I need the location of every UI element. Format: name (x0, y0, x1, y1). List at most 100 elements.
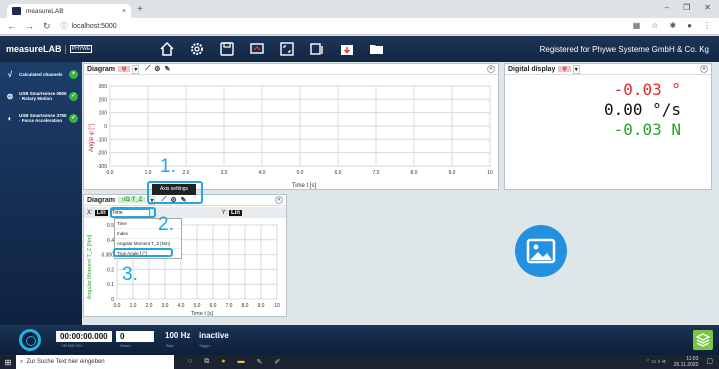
tab-close-icon[interactable]: × (122, 8, 126, 15)
taskbar-search[interactable]: ⌕ Zur Suche Text hier eingeben (16, 355, 174, 369)
address-bar: ← → ↻ ⓘ localhost:5000 ▦ ☆ ✱ ● ⋮ (0, 18, 719, 35)
info-icon: ⓘ (60, 23, 68, 30)
sidebar-item-label: Calculated channels (19, 71, 63, 77)
main-toolbar (158, 40, 386, 58)
url-field[interactable]: ⓘ localhost:5000 (61, 21, 117, 31)
annotation-step-2: 2. (158, 214, 174, 235)
profile-icon[interactable]: ● (687, 21, 692, 30)
sample-rate[interactable]: 100 Hz (165, 331, 190, 340)
app-header: measureLAB | PHYWE Registered for Phywe … (0, 36, 719, 62)
system-tray: ⌃ ▭ ◊ ⊲ 11:03 26.11.2020 ▢ (646, 356, 713, 368)
channel-selector[interactable]: φ (118, 66, 131, 72)
sidebar-item-label: USB Smartsense 0805 · Rotary Motion (19, 91, 67, 101)
y-tick-label: -100 (97, 137, 107, 143)
translate-icon[interactable]: ▦ (633, 21, 641, 30)
sidebar-item-calculated-channels[interactable]: √ Calculated channels + (0, 64, 82, 84)
clock-date: 26.11.2020 (673, 362, 699, 368)
record-button[interactable] (19, 329, 41, 351)
layers-icon[interactable] (693, 330, 713, 350)
layout-icon[interactable] (308, 40, 326, 58)
digital-value-angle: -0.03 ° (613, 80, 681, 99)
y-tick-label: -200 (97, 151, 107, 157)
new-tab-button[interactable]: + (137, 4, 143, 15)
close-icon[interactable]: ✕ (487, 65, 495, 73)
channel-selector[interactable]: √Ω T_Z (118, 197, 147, 203)
x-tick-label: 0.0 (107, 170, 114, 176)
image-icon (515, 225, 567, 277)
reload-icon[interactable]: ↻ (43, 21, 51, 32)
digital-display-panel: Digital display φ ▾ ✕ -0.03 ° 0.00 °/s -… (504, 63, 712, 190)
y-tick-label: 200 (99, 97, 108, 103)
x-tick-label: 8.0 (242, 303, 249, 309)
back-arrow-icon[interactable]: ← (7, 21, 16, 32)
plus-icon[interactable]: + (69, 69, 78, 79)
chevron-down-icon[interactable]: ▾ (572, 64, 580, 74)
star-icon[interactable]: ☆ (651, 21, 658, 30)
panel-title: Digital display (508, 65, 556, 73)
pen-icon[interactable]: ✎ (165, 65, 171, 73)
x-axis-label: Time t [s] (292, 183, 317, 189)
browser-tab[interactable]: measureLAB × (7, 4, 131, 18)
x-tick-label: 4.0 (259, 170, 266, 176)
home-icon[interactable] (158, 40, 176, 58)
x-tick-label: 9.0 (449, 170, 456, 176)
open-folder-icon[interactable] (368, 40, 386, 58)
maximize-button[interactable]: ❐ (683, 3, 690, 12)
explorer-icon[interactable]: ▬ (237, 358, 244, 366)
x-axis-label: X: (87, 209, 93, 216)
y-axis-label: Angular Moment T_Z [Nm] (87, 234, 93, 299)
save-icon[interactable] (218, 40, 236, 58)
panel-title: Diagram (87, 196, 116, 204)
y-lin-toggle[interactable]: Lin (229, 209, 243, 216)
search-icon: ⌕ (20, 358, 24, 365)
x-axis-label: Time t [s] (191, 311, 214, 317)
window-controls: – ❐ ✕ (665, 3, 711, 12)
panel-title: Diagram (87, 65, 116, 73)
app-icon[interactable]: ✐ (274, 358, 280, 366)
tab-title: measureLAB (26, 7, 64, 15)
chrome-icon[interactable]: ● (221, 358, 225, 366)
export-icon[interactable] (248, 40, 266, 58)
tray-icons[interactable]: ⌃ ▭ ◊ ⊲ (646, 359, 666, 365)
sidebar-item-force-acceleration[interactable]: ◐ USB Smartsense 3755 · Force Accelerati… (0, 108, 82, 128)
minimize-button[interactable]: – (665, 3, 669, 12)
close-icon[interactable]: ✕ (700, 65, 708, 73)
measurement-bar: 00:00:00.000 HR MIN SEC 0 Values 100 Hz … (0, 325, 719, 355)
channel-selector[interactable]: φ (558, 66, 571, 72)
task-view-icon[interactable]: ⧉ (204, 358, 209, 366)
favicon-icon (12, 7, 21, 15)
digital-value-angular-velocity: 0.00 °/s (603, 100, 681, 119)
sidebar-item-rotary-motion[interactable]: ⊜ USB Smartsense 0805 · Rotary Motion ✓ (0, 86, 82, 106)
search-placeholder: Zur Suche Text hier eingeben (26, 359, 105, 365)
logo-phywe: PHYWE (69, 45, 93, 53)
x-tick-label: 3.0 (162, 303, 169, 309)
fullscreen-icon[interactable] (278, 40, 296, 58)
trigger-label: Trigger (199, 344, 210, 348)
x-tick-label: 1.0 (145, 170, 152, 176)
rate-label: Rate (166, 344, 174, 348)
y-tick-label: 0.1 (107, 282, 114, 288)
values-label: Values (120, 344, 131, 348)
x-lin-toggle[interactable]: Lin (94, 209, 108, 216)
close-icon[interactable]: ✕ (275, 196, 283, 204)
clock[interactable]: 11:03 26.11.2020 (674, 356, 699, 368)
windows-start-icon[interactable]: ⊞ (0, 358, 16, 367)
time-units-label: HR MIN SEC (62, 344, 83, 348)
menu-icon[interactable]: ⋮ (703, 21, 711, 30)
trigger-status[interactable]: inactive (199, 331, 229, 340)
download-icon[interactable] (338, 40, 356, 58)
chevron-down-icon[interactable]: ▾ (132, 64, 140, 74)
x-tick-label: 5.0 (297, 170, 304, 176)
digital-value-force: -0.03 N (613, 120, 681, 139)
app-icon[interactable]: ✎ (256, 358, 262, 366)
curve-settings-icon[interactable]: ⚙ (154, 65, 160, 73)
windows-taskbar: ⊞ ⌕ Zur Suche Text hier eingeben ○ ⧉ ● ▬… (0, 355, 719, 369)
cortana-icon[interactable]: ○ (188, 358, 192, 366)
notifications-icon[interactable]: ▢ (706, 358, 713, 365)
settings-gear-icon[interactable] (188, 40, 206, 58)
axis-settings-icon[interactable]: ⟋ (145, 65, 150, 73)
y-axis-label: Angle φ [°] (89, 124, 95, 153)
close-window-button[interactable]: ✕ (704, 3, 711, 12)
forward-arrow-icon[interactable]: → (25, 21, 34, 32)
extensions-icon[interactable]: ✱ (669, 21, 676, 30)
